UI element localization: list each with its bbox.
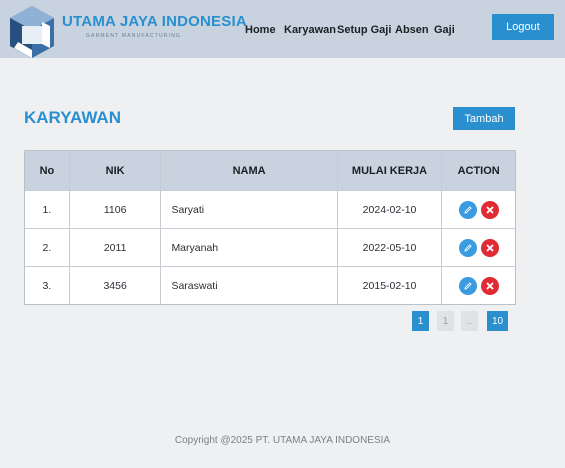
footer-copyright: Copyright @2025 PT. UTAMA JAYA INDONESIA	[174, 435, 391, 446]
logout-button[interactable]: Logout	[492, 14, 554, 40]
column-header-nik: NIK	[68, 151, 161, 190]
close-icon	[486, 282, 494, 289]
column-header-no: No	[39, 164, 55, 177]
brand-name: UTAMA JAYA INDONESIA	[62, 13, 247, 30]
brand-tagline: GARMENT MANUFACTURING	[86, 33, 182, 39]
nav-home[interactable]: Home	[245, 24, 276, 36]
delete-button[interactable]	[480, 238, 499, 257]
cell-nama: Saraswati	[160, 267, 336, 304]
cell-no: 1.	[42, 203, 52, 216]
nav-karyawan[interactable]: Karyawan	[284, 24, 336, 36]
cell-action	[441, 267, 515, 304]
add-employee-button[interactable]: Tambah	[453, 107, 515, 130]
cell-action	[441, 229, 515, 266]
top-header: UTAMA JAYA INDONESIA GARMENT MANUFACTURI…	[0, 0, 565, 58]
edit-button[interactable]	[458, 238, 477, 257]
edit-button[interactable]	[458, 276, 477, 295]
cell-mulai-kerja: 2015-02-10	[336, 267, 442, 304]
table-header-row: No NIK NAMA MULAI KERJA ACTION	[25, 151, 515, 190]
pencil-icon	[464, 205, 472, 214]
close-icon	[486, 244, 494, 251]
pencil-icon	[464, 281, 472, 290]
cell-nik: 1106	[68, 191, 161, 228]
delete-button[interactable]	[480, 276, 499, 295]
table-row: 1. 1106 Saryati 2024-02-10	[25, 190, 515, 228]
pagination-page-1[interactable]: 1	[437, 311, 454, 331]
nav-setup-gaji[interactable]: Setup Gaji	[337, 24, 391, 36]
table-row: 2. 2011 Maryanah 2022-05-10	[25, 228, 515, 266]
cell-nik: 3456	[68, 267, 161, 304]
column-header-nama: NAMA	[160, 151, 336, 190]
cell-mulai-kerja: 2022-05-10	[336, 229, 442, 266]
table-row: 3. 3456 Saraswati 2015-02-10	[25, 266, 515, 304]
nav-gaji[interactable]: Gaji	[434, 24, 455, 36]
column-header-action: ACTION	[441, 151, 515, 190]
company-logo	[10, 6, 54, 58]
delete-button[interactable]	[480, 200, 499, 219]
close-icon	[486, 206, 494, 213]
cell-mulai-kerja: 2024-02-10	[336, 191, 442, 228]
cell-no: 2.	[42, 241, 52, 254]
cell-nama: Saryati	[160, 191, 336, 228]
pagination-ellipsis: ..	[461, 311, 478, 331]
pencil-icon	[464, 243, 472, 252]
cell-nik: 2011	[68, 229, 161, 266]
pagination-page-1-active[interactable]: 1	[412, 311, 429, 331]
cell-action	[441, 191, 515, 228]
employee-table: No NIK NAMA MULAI KERJA ACTION 1. 1106 S…	[24, 150, 516, 305]
cell-no: 3.	[42, 279, 52, 292]
edit-button[interactable]	[458, 200, 477, 219]
nav-absen[interactable]: Absen	[395, 24, 429, 36]
page-title: KARYAWAN	[24, 108, 121, 127]
column-header-mulai-kerja: MULAI KERJA	[336, 151, 442, 190]
pagination-page-10[interactable]: 10	[487, 311, 508, 331]
cell-nama: Maryanah	[160, 229, 336, 266]
